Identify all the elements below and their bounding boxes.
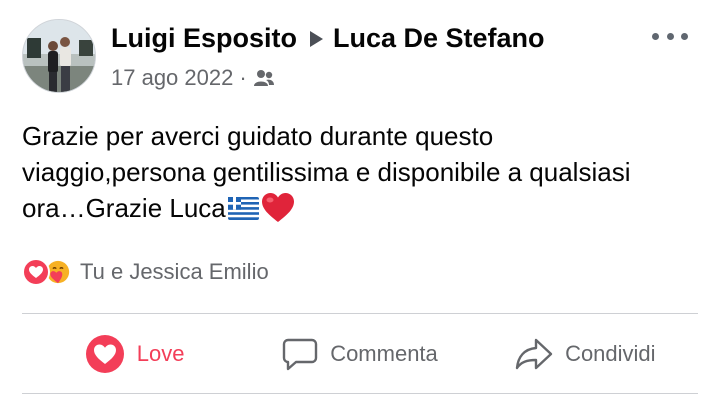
- red-heart-emoji: [261, 193, 294, 222]
- post-body: Grazie per averci guidato durante questo…: [22, 121, 631, 223]
- author-name[interactable]: Luigi Esposito: [111, 23, 297, 54]
- love-button[interactable]: Love: [22, 315, 247, 393]
- share-icon: [515, 337, 553, 371]
- comment-button[interactable]: Commenta: [247, 315, 472, 393]
- share-label: Condividi: [565, 341, 656, 366]
- comment-icon: [282, 337, 318, 371]
- divider-bottom: [22, 393, 698, 394]
- arrow-right-icon: [310, 30, 323, 47]
- more-options-icon[interactable]: [652, 26, 688, 46]
- love-icon: [85, 334, 125, 374]
- love-reaction-icon: [22, 258, 50, 286]
- divider-top: [22, 313, 698, 314]
- friends-icon: [253, 70, 274, 86]
- post-text: Grazie per averci guidato durante questo…: [22, 118, 682, 226]
- action-bar: Love Commenta Condividi: [22, 315, 698, 393]
- post-date[interactable]: 17 ago 2022: [111, 65, 233, 91]
- meta-separator: ·: [239, 65, 247, 90]
- love-label: Love: [136, 341, 185, 366]
- greek-flag-emoji: [227, 197, 259, 220]
- post-header: Luigi Esposito Luca De Stefano 17 ago 20…: [22, 18, 698, 96]
- comment-label: Commenta: [330, 341, 438, 366]
- target-name[interactable]: Luca De Stefano: [333, 23, 545, 54]
- avatar-photo: [23, 20, 95, 92]
- share-button[interactable]: Condividi: [473, 315, 698, 393]
- avatar[interactable]: [22, 19, 96, 93]
- post-meta: 17 ago 2022 ·: [111, 65, 275, 91]
- post-names: Luigi Esposito Luca De Stefano: [111, 23, 545, 54]
- reactions-summary[interactable]: Tu e Jessica Emilio: [22, 258, 269, 286]
- reactions-text: Tu e Jessica Emilio: [80, 259, 269, 284]
